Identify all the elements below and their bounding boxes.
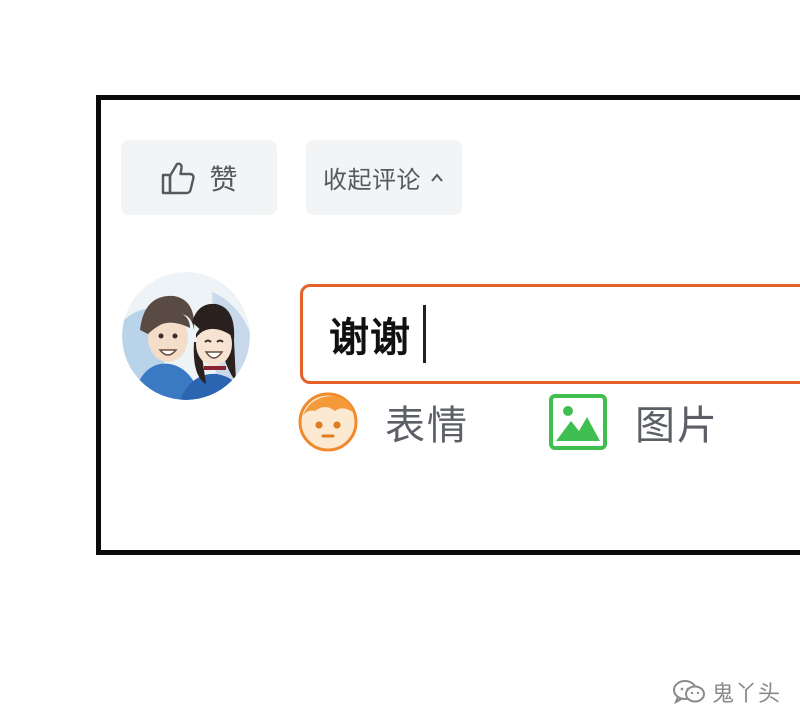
- emoji-label: 表情: [385, 403, 469, 449]
- text-caret: [423, 305, 426, 363]
- chevron-up-icon: [429, 170, 445, 186]
- screenshot: 赞 收起评论 谢谢 表情 图片 鬼丫头: [0, 0, 800, 727]
- comment-panel: 赞 收起评论 谢谢 表情 图片: [96, 95, 800, 555]
- reply-input-value: 谢谢: [329, 315, 411, 361]
- like-label: 赞: [209, 162, 239, 196]
- picture-icon: [547, 391, 609, 453]
- like-button[interactable]: 赞: [121, 140, 277, 215]
- image-label: 图片: [635, 403, 719, 449]
- watermark-label: 鬼丫头: [712, 682, 782, 707]
- image-button[interactable]: 图片: [547, 390, 719, 454]
- collapse-comments-label: 收起评论: [323, 166, 421, 194]
- collapse-comments-button[interactable]: 收起评论: [306, 140, 462, 215]
- reply-input[interactable]: 谢谢: [300, 284, 800, 384]
- thumbs-up-icon: [159, 159, 197, 197]
- wechat-icon: [672, 679, 706, 705]
- emoji-face-icon: [297, 391, 359, 453]
- emoji-button[interactable]: 表情: [297, 390, 469, 454]
- watermark: 鬼丫头: [672, 676, 781, 708]
- user-avatar[interactable]: [122, 272, 250, 400]
